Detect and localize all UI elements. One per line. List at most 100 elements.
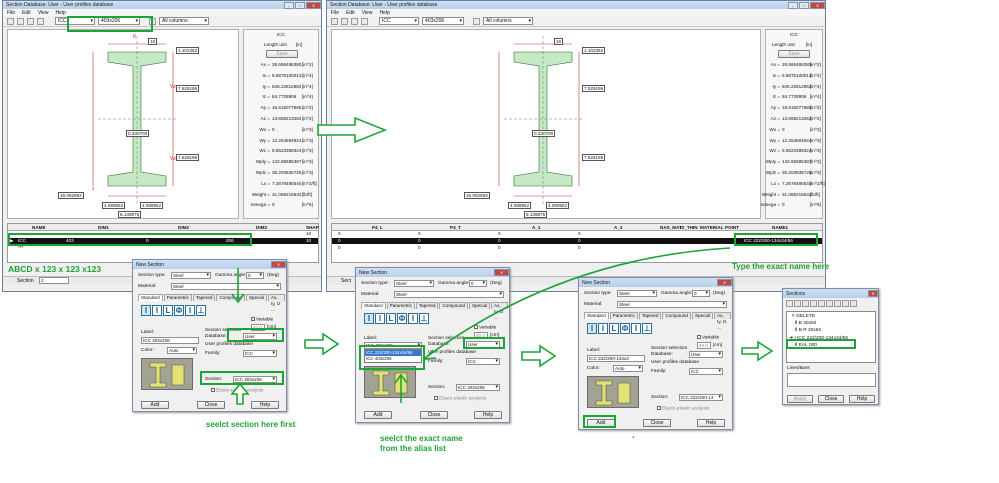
- family-select[interactable]: ICC: [689, 368, 723, 375]
- col-material[interactable]: MATERIAL: [700, 225, 723, 230]
- box-section-icon[interactable]: I: [408, 313, 418, 324]
- tab-compound[interactable]: Compound: [662, 312, 691, 319]
- elasto-plastic-checkbox[interactable]: Elasto-plastic analysis: [657, 406, 709, 411]
- add-button[interactable]: Add: [364, 411, 392, 419]
- minimize-button[interactable]: –: [788, 1, 798, 9]
- section-select[interactable]: ICC 403x206: [456, 384, 500, 391]
- tab-standard[interactable]: Standard: [361, 302, 386, 309]
- close-button-dialog[interactable]: Close: [420, 411, 448, 419]
- col-dim3[interactable]: DIM3: [256, 225, 267, 230]
- tab-ax-iy-iz[interactable]: Ax, Iy, Iz ...: [714, 312, 731, 330]
- box-section-icon[interactable]: I: [185, 305, 195, 316]
- tee-section-icon[interactable]: ⊥: [642, 323, 652, 334]
- column-filter-select[interactable]: All columns: [483, 17, 533, 25]
- open-icon[interactable]: [341, 17, 348, 25]
- col-shap[interactable]: SHAP: [306, 225, 319, 230]
- section-type-select[interactable]: Steel: [171, 272, 211, 279]
- lines-bars-field[interactable]: [787, 373, 876, 387]
- elasto-plastic-checkbox[interactable]: Elasto-plastic analysis: [211, 388, 263, 393]
- menu-help[interactable]: Help: [55, 10, 65, 16]
- section-select[interactable]: ICC 222/200-13: [679, 394, 723, 401]
- close-button[interactable]: ✕: [494, 269, 509, 276]
- close-button-dialog[interactable]: Close: [197, 401, 225, 409]
- filter-icon[interactable]: [473, 17, 480, 25]
- i-section-icon[interactable]: I: [587, 323, 597, 334]
- menu-file[interactable]: File: [331, 10, 339, 16]
- minimize-button[interactable]: –: [284, 1, 294, 9]
- i-section-alt-icon[interactable]: I: [598, 323, 608, 334]
- tab-standard[interactable]: Standard: [584, 312, 609, 319]
- pipe-section-icon[interactable]: Φ: [397, 313, 407, 324]
- close-button[interactable]: ✕: [306, 1, 321, 9]
- color-select[interactable]: Auto: [613, 365, 643, 372]
- material-select[interactable]: Steel: [171, 283, 281, 290]
- angle-section-icon[interactable]: L: [386, 313, 396, 324]
- gamma-select[interactable]: 0: [246, 272, 264, 279]
- save-icon[interactable]: [842, 300, 849, 307]
- help-icon[interactable]: [850, 300, 857, 307]
- gamma-select[interactable]: 0: [469, 280, 487, 287]
- tab-special[interactable]: Special: [468, 302, 491, 309]
- paste-icon[interactable]: [810, 300, 817, 307]
- open-icon[interactable]: [17, 17, 24, 25]
- col-name[interactable]: NAME: [32, 225, 46, 230]
- save-button[interactable]: Save: [778, 50, 810, 58]
- i-section-alt-icon[interactable]: I: [375, 313, 385, 324]
- color-select[interactable]: Auto: [167, 347, 197, 354]
- menu-file[interactable]: File: [7, 10, 15, 16]
- tab-tapered[interactable]: Tapered: [638, 312, 662, 319]
- detail-view-icon[interactable]: [826, 300, 833, 307]
- tab-parametric[interactable]: Parametric: [163, 294, 192, 301]
- col-p4-l[interactable]: P4_L: [372, 225, 383, 230]
- variable-checkbox[interactable]: Variable: [251, 317, 273, 322]
- new-icon[interactable]: [331, 17, 338, 25]
- filter-icon[interactable]: [834, 300, 841, 307]
- close-button[interactable]: ✕: [271, 261, 286, 268]
- tab-special[interactable]: Special: [245, 294, 268, 301]
- print-icon[interactable]: [27, 17, 34, 25]
- tab-ax-iy-iz[interactable]: Ax, Iy, Iz ...: [268, 294, 285, 312]
- gamma-select[interactable]: 0: [692, 290, 710, 297]
- col-point[interactable]: POINT: [725, 225, 739, 230]
- col-a-1[interactable]: A_1: [532, 225, 540, 230]
- save-button[interactable]: Save: [266, 50, 298, 58]
- delete-icon[interactable]: [794, 300, 801, 307]
- tab-standard[interactable]: Standard: [138, 294, 163, 301]
- angle-section-icon[interactable]: L: [609, 323, 619, 334]
- close-button-dialog[interactable]: Close: [643, 419, 671, 427]
- label-field[interactable]: ICC 222/200-134x3: [587, 355, 645, 362]
- menu-view[interactable]: View: [362, 10, 373, 16]
- i-section-icon[interactable]: I: [141, 305, 151, 316]
- col-nas-mat[interactable]: NAS_MAT: [660, 225, 682, 230]
- tab-parametric[interactable]: Parametric: [609, 312, 638, 319]
- col-is-thin[interactable]: IS_THIN: [680, 225, 698, 230]
- variable-field[interactable]: 40.0: [697, 342, 711, 349]
- new-icon[interactable]: [7, 17, 14, 25]
- col-dim2[interactable]: DIM2: [178, 225, 189, 230]
- tab-tapered[interactable]: Tapered: [192, 294, 216, 301]
- print-icon[interactable]: [351, 17, 358, 25]
- close-button-dialog[interactable]: Close: [818, 395, 844, 403]
- tab-parametric[interactable]: Parametric: [386, 302, 415, 309]
- family-select[interactable]: ICC: [379, 17, 419, 25]
- i-section-icon[interactable]: I: [364, 313, 374, 324]
- database-select[interactable]: User: [689, 351, 723, 358]
- i-section-alt-icon[interactable]: I: [152, 305, 162, 316]
- menu-edit[interactable]: Edit: [346, 10, 355, 16]
- tab-compound[interactable]: Compound: [216, 294, 245, 301]
- help-button[interactable]: Help: [849, 395, 875, 403]
- new-section-icon[interactable]: [786, 300, 793, 307]
- pipe-section-icon[interactable]: Φ: [620, 323, 630, 334]
- family-select[interactable]: ICC: [243, 350, 277, 357]
- angle-section-icon[interactable]: L: [163, 305, 173, 316]
- tab-special[interactable]: Special: [691, 312, 714, 319]
- section-select[interactable]: 403x206: [422, 17, 464, 25]
- list-item-delete[interactable]: ✕ DELETE: [791, 314, 815, 319]
- family-select[interactable]: ICC: [466, 358, 500, 365]
- maximize-button[interactable]: □: [799, 1, 809, 9]
- menu-view[interactable]: View: [38, 10, 49, 16]
- material-select[interactable]: Steel: [394, 291, 504, 298]
- list-item[interactable]: Ⅱ B 30x50: [795, 321, 816, 326]
- col-dim1[interactable]: DIM1: [98, 225, 109, 230]
- close-button[interactable]: ✕: [868, 290, 878, 297]
